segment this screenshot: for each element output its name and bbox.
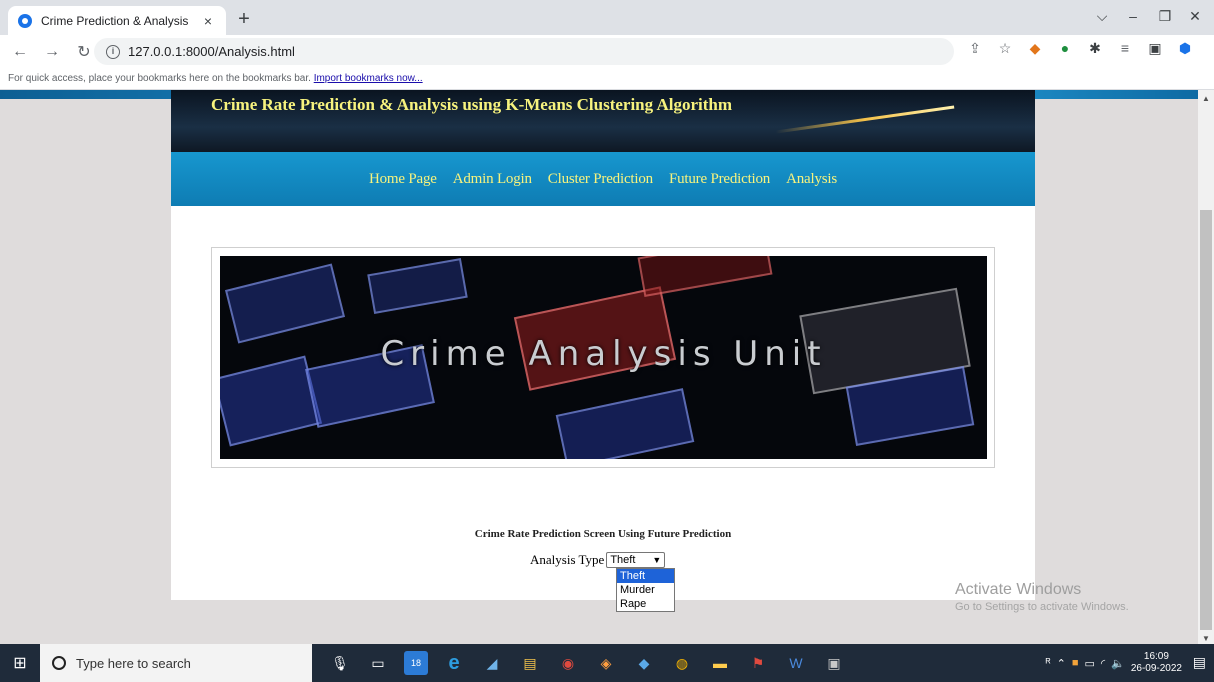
windows-taskbar: ⊞ Type here to search 🎙 ▭ 18 e ◢ ▤ ◉ ◈ ◆… bbox=[0, 644, 1214, 682]
analysis-type-row: Analysis Type Theft ▼ bbox=[530, 552, 666, 568]
address-bar[interactable]: i 127.0.0.1:8000/Analysis.html bbox=[94, 38, 954, 65]
cortana-icon bbox=[52, 656, 66, 670]
tab-title: Crime Prediction & Analysis bbox=[41, 13, 189, 28]
url-text: 127.0.0.1:8000/Analysis.html bbox=[128, 44, 295, 59]
option-theft[interactable]: Theft bbox=[617, 569, 674, 583]
nav-analysis[interactable]: Analysis bbox=[778, 171, 845, 188]
banner-card bbox=[555, 388, 695, 459]
bookmark-star-icon[interactable]: ☆ bbox=[995, 40, 1015, 57]
banner-card bbox=[224, 263, 346, 344]
back-icon[interactable]: ← bbox=[8, 43, 32, 61]
bookmarks-bar: For quick access, place your bookmarks h… bbox=[0, 68, 1214, 90]
app-flag-icon[interactable]: ⚑ bbox=[746, 651, 770, 675]
reload-icon[interactable]: ↻ bbox=[72, 42, 96, 62]
scroll-down-icon[interactable]: ▼ bbox=[1198, 634, 1214, 643]
banner-frame: Crime Analysis Unit bbox=[211, 247, 995, 468]
taskbar-search[interactable]: Type here to search bbox=[40, 644, 312, 682]
metamask-extension-icon[interactable]: ◆ bbox=[1025, 40, 1045, 57]
menu-kebab-icon[interactable]: ⋮ bbox=[1205, 40, 1214, 57]
banner-text: Crime Analysis Unit bbox=[380, 334, 827, 374]
tab-search-icon[interactable]: ⌵ bbox=[1087, 8, 1117, 25]
activate-windows-title: Activate Windows bbox=[955, 581, 1082, 598]
wifi-icon[interactable]: ◜ bbox=[1101, 657, 1105, 670]
scroll-up-icon[interactable]: ▲ bbox=[1198, 94, 1214, 103]
nav-admin-login[interactable]: Admin Login bbox=[445, 171, 540, 188]
extension-green-icon[interactable]: ● bbox=[1055, 40, 1075, 57]
word-icon[interactable]: W bbox=[784, 651, 808, 675]
site-header: Crime Rate Prediction & Analysis using K… bbox=[171, 90, 1035, 152]
sidebar-icon[interactable]: ▣ bbox=[1145, 40, 1165, 57]
browser-tab[interactable]: Crime Prediction & Analysis × bbox=[8, 6, 226, 35]
site-favicon-icon bbox=[18, 13, 32, 28]
task-view-icon[interactable]: ▭ bbox=[366, 651, 390, 675]
page-viewport: Crime Rate Prediction & Analysis using K… bbox=[0, 90, 1214, 644]
tab-close-icon[interactable]: × bbox=[200, 13, 216, 29]
profile-shield-icon[interactable]: ⬢ bbox=[1175, 40, 1195, 57]
microphone-icon[interactable]: 🎙 bbox=[328, 651, 352, 675]
clock-time: 16:09 bbox=[1143, 651, 1169, 662]
restore-button[interactable]: ❐ bbox=[1150, 8, 1180, 25]
nav-cluster-prediction[interactable]: Cluster Prediction bbox=[540, 171, 661, 188]
crime-analysis-banner: Crime Analysis Unit bbox=[220, 256, 987, 459]
people-icon[interactable]: ᴿ bbox=[1046, 657, 1051, 669]
extensions-puzzle-icon[interactable]: ✱ bbox=[1085, 40, 1105, 57]
chrome-icon[interactable]: ◍ bbox=[670, 651, 694, 675]
screen-title: Crime Rate Prediction Screen Using Futur… bbox=[474, 528, 732, 540]
reading-list-icon[interactable]: ≡ bbox=[1115, 40, 1135, 57]
share-icon[interactable]: ⇪ bbox=[965, 40, 985, 57]
chevron-down-icon: ▼ bbox=[652, 555, 662, 565]
clock[interactable]: 16:09 26-09-2022 bbox=[1131, 651, 1182, 675]
app-red-icon[interactable]: ◉ bbox=[556, 651, 580, 675]
option-rape[interactable]: Rape bbox=[617, 597, 674, 611]
edge-legacy-icon[interactable]: e bbox=[442, 651, 466, 675]
analysis-type-options: Theft Murder Rape bbox=[616, 568, 675, 612]
scroll-thumb[interactable] bbox=[1200, 210, 1212, 630]
analysis-type-select[interactable]: Theft ▼ bbox=[606, 552, 666, 568]
store-icon[interactable]: ▤ bbox=[518, 651, 542, 675]
terminal-icon[interactable]: ▣ bbox=[822, 651, 846, 675]
main-nav: Home Page Admin Login Cluster Prediction… bbox=[171, 152, 1035, 206]
taskbar-apps: 🎙 ▭ 18 e ◢ ▤ ◉ ◈ ◆ ◍ ▬ ⚑ W ▣ bbox=[328, 651, 846, 675]
tray-app-icon[interactable]: ■ bbox=[1072, 657, 1079, 669]
tray-expand-icon[interactable]: ⌃ bbox=[1057, 657, 1066, 670]
close-window-button[interactable]: ✕ bbox=[1180, 8, 1210, 25]
nav-future-prediction[interactable]: Future Prediction bbox=[661, 171, 778, 188]
windows-start-icon[interactable]: ⊞ bbox=[0, 653, 40, 673]
tab-strip: Crime Prediction & Analysis × + ⌵ – ❐ ✕ bbox=[0, 0, 1214, 35]
banner-card bbox=[367, 258, 468, 314]
bookmarks-hint: For quick access, place your bookmarks h… bbox=[8, 73, 311, 84]
activate-windows-hint: Go to Settings to activate Windows. bbox=[955, 601, 1129, 613]
search-placeholder: Type here to search bbox=[76, 655, 191, 671]
analysis-type-label: Analysis Type bbox=[530, 552, 605, 567]
page-scrollbar[interactable]: ▲ ▼ bbox=[1198, 90, 1214, 644]
site-info-icon[interactable]: i bbox=[106, 44, 120, 59]
toolbar-icons: ⇪ ☆ ◆ ● ✱ ≡ ▣ ⬢ ⋮ bbox=[965, 40, 1214, 57]
system-tray: ᴿ ⌃ ■ ▭ ◜ 🔈 16:09 26-09-2022 bbox=[1046, 644, 1182, 682]
mail-badge: 18 bbox=[410, 658, 421, 668]
volume-icon[interactable]: 🔈 bbox=[1111, 657, 1125, 670]
minimize-button[interactable]: – bbox=[1118, 8, 1148, 24]
nav-home-page[interactable]: Home Page bbox=[361, 171, 445, 188]
clock-date: 26-09-2022 bbox=[1130, 663, 1182, 674]
app-blue-icon[interactable]: ◆ bbox=[632, 651, 656, 675]
new-tab-button[interactable]: + bbox=[232, 8, 256, 31]
battery-icon[interactable]: ▭ bbox=[1084, 657, 1094, 670]
selected-value: Theft bbox=[610, 554, 636, 566]
file-explorer-icon[interactable]: ▬ bbox=[708, 651, 732, 675]
notification-icon[interactable]: ▤ bbox=[1193, 654, 1206, 671]
forward-icon[interactable]: → bbox=[40, 43, 64, 61]
header-light-streak bbox=[775, 105, 955, 134]
import-bookmarks-link[interactable]: Import bookmarks now... bbox=[314, 73, 423, 84]
mail-icon[interactable]: 18 bbox=[404, 651, 428, 675]
banner-card bbox=[637, 256, 773, 297]
option-murder[interactable]: Murder bbox=[617, 583, 674, 597]
app-orange-icon[interactable]: ◈ bbox=[594, 651, 618, 675]
browser-toolbar: ← → ↻ i 127.0.0.1:8000/Analysis.html ⇪ ☆… bbox=[0, 35, 1214, 68]
page-container: Crime Rate Prediction & Analysis using K… bbox=[171, 90, 1035, 600]
site-title: Crime Rate Prediction & Analysis using K… bbox=[211, 95, 732, 114]
edge-icon[interactable]: ◢ bbox=[480, 651, 504, 675]
